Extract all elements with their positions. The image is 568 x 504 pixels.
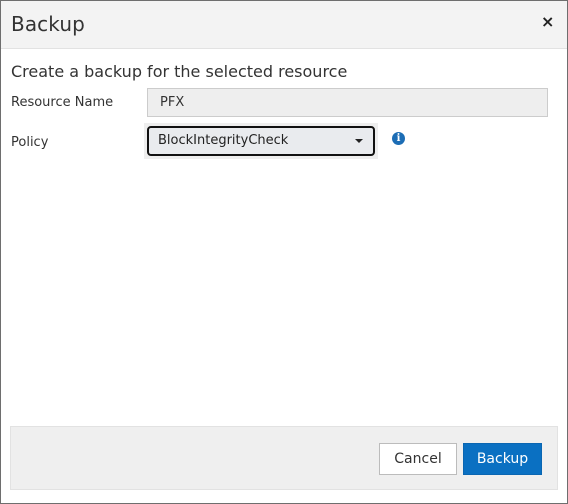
policy-select[interactable]: BlockIntegrityCheck [147,126,375,156]
dialog-footer: Cancel Backup [10,426,558,490]
resource-name-field: PFX [147,88,548,117]
policy-select-value: BlockIntegrityCheck [158,133,289,148]
cancel-button[interactable]: Cancel [379,443,457,475]
close-icon[interactable]: × [541,14,554,30]
dialog-title: Backup [11,12,85,36]
dialog-subtitle: Create a backup for the selected resourc… [11,62,348,81]
info-icon[interactable]: i [392,132,405,145]
resource-name-label: Resource Name [11,95,114,110]
policy-label: Policy [11,135,49,150]
backup-button[interactable]: Backup [463,443,542,475]
policy-select-container: BlockIntegrityCheck [144,123,378,159]
chevron-down-icon [355,139,363,143]
backup-dialog: Backup × Create a backup for the selecte… [0,0,568,504]
dialog-header: Backup × [1,1,567,49]
